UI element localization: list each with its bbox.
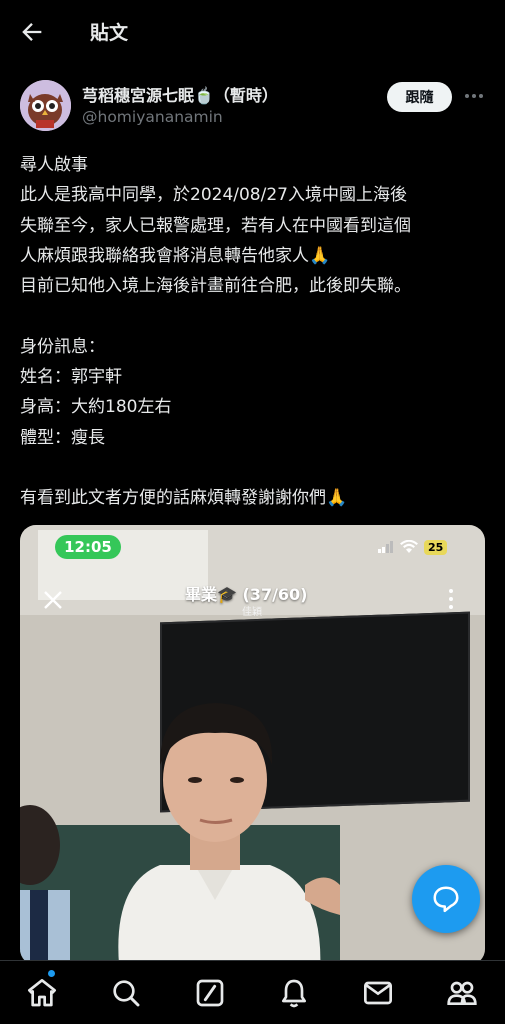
bell-icon[interactable] bbox=[278, 977, 310, 1009]
post-line: 身高：大約180左右 bbox=[20, 397, 172, 418]
user-handle[interactable]: @homiyananamin bbox=[82, 108, 223, 126]
story-subtitle: 佳穎 bbox=[242, 607, 262, 618]
post-line: 有看到此文者方便的話麻煩轉發謝謝你們🙏 bbox=[20, 488, 348, 509]
story-title: 畢業🎓 (37/60) bbox=[185, 585, 308, 604]
post-line: 此人是我高中同學，於2024/08/27入境中國上海後 bbox=[20, 185, 407, 206]
search-icon[interactable] bbox=[110, 977, 142, 1009]
arrow-left-icon[interactable] bbox=[18, 18, 46, 46]
post-line bbox=[20, 453, 490, 483]
page-title: 貼文 bbox=[90, 22, 129, 44]
owl-avatar-icon bbox=[20, 80, 71, 131]
display-name[interactable]: 芎稻穗宮源七眠🍵（暫時） bbox=[82, 82, 278, 106]
post-line bbox=[20, 301, 490, 331]
top-bar: 貼文 bbox=[0, 0, 505, 64]
battery-indicator: 25 bbox=[424, 539, 448, 555]
home-notification-dot bbox=[48, 970, 55, 977]
home-icon[interactable] bbox=[26, 977, 58, 1009]
bottom-tab-bar bbox=[0, 960, 505, 1024]
post-line: 身份訊息： bbox=[20, 336, 105, 357]
signal-icon bbox=[378, 541, 393, 553]
close-icon bbox=[44, 591, 62, 609]
status-icons: 25 bbox=[378, 537, 468, 557]
post-text: 尋人啟事 此人是我高中同學，於2024/08/27入境中國上海後 失聯至今，家人… bbox=[20, 150, 490, 514]
grok-icon[interactable] bbox=[194, 977, 226, 1009]
post-author: 芎稻穗宮源七眠🍵（暫時） @homiyananamin 跟隨 bbox=[20, 80, 490, 132]
mail-icon[interactable] bbox=[362, 977, 394, 1009]
more-vertical-icon bbox=[449, 589, 453, 609]
post-line: 目前已知他入境上海後計畫前往合肥，此後即失聯。 bbox=[20, 276, 411, 297]
reply-bubble-icon bbox=[433, 886, 459, 913]
wifi-icon bbox=[400, 540, 418, 553]
reply-fab-button[interactable] bbox=[412, 865, 480, 933]
more-horizontal-icon[interactable] bbox=[463, 88, 485, 104]
post-line: 失聯至今，家人已報警處理，若有人在中國看到這個 bbox=[20, 215, 411, 236]
post-line: 體型：瘦長 bbox=[20, 427, 105, 448]
status-time: 12:05 bbox=[55, 535, 121, 559]
side-person-figure bbox=[20, 805, 70, 965]
follow-button[interactable]: 跟隨 bbox=[387, 82, 452, 112]
communities-icon[interactable] bbox=[446, 977, 478, 1009]
avatar[interactable] bbox=[20, 80, 71, 131]
post-line: 姓名：郭宇軒 bbox=[20, 367, 122, 388]
post-line: 人麻煩跟我聯絡我會將消息轉告他家人🙏 bbox=[20, 245, 331, 266]
person-figure bbox=[118, 703, 340, 965]
post-line: 尋人啟事 bbox=[20, 155, 88, 175]
